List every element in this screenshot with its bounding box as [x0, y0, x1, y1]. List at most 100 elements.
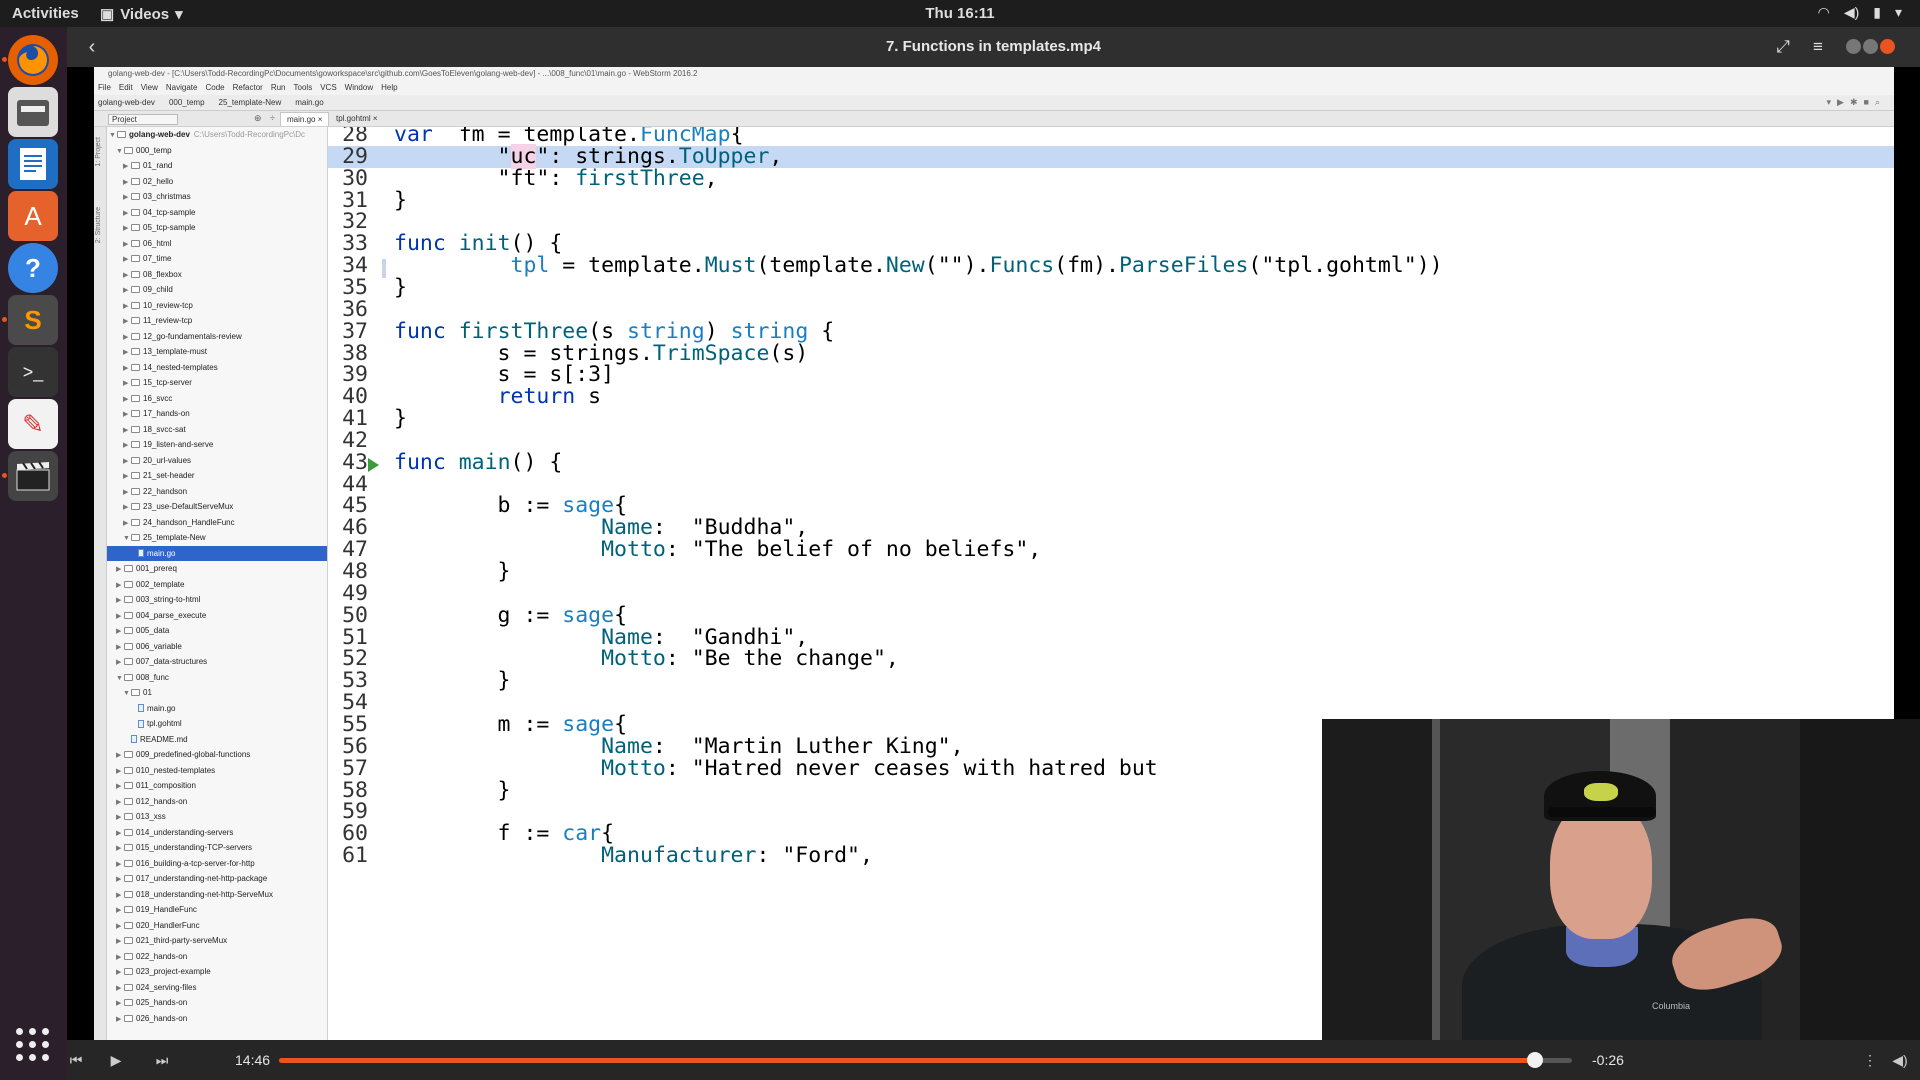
tab-label: tpl.gohtml: [336, 114, 371, 123]
folder-icon: [124, 673, 133, 681]
tree-folder: ▶ 003_string-to-html: [107, 592, 327, 608]
collapsed-arrow-icon: ▶: [116, 953, 122, 961]
line-number: 33: [342, 231, 368, 257]
activities-button[interactable]: Activities: [12, 5, 79, 22]
code-line: 46 Name: "Buddha",: [328, 517, 1894, 539]
video-frame[interactable]: golang-web-dev - [C:\Users\Todd-Recordin…: [67, 67, 1920, 1040]
back-button[interactable]: ‹: [77, 33, 107, 61]
code-token: () {: [510, 449, 563, 475]
tree-item-label: 001_prereq: [136, 564, 177, 573]
collapsed-arrow-icon: ▶: [123, 457, 129, 465]
tree-item-label: 003_string-to-html: [136, 595, 201, 604]
files-icon[interactable]: [8, 87, 58, 137]
code-token: : "Hatred never ceases with hatred but: [665, 755, 1158, 781]
tree-item-label: 020_HandlerFunc: [136, 920, 200, 930]
software-store-icon[interactable]: A: [8, 191, 58, 241]
tree-folder: ▶ 004_parse_execute: [107, 608, 327, 624]
system-tray[interactable]: ◠ ◀) ▮ ▾: [1818, 4, 1902, 21]
tree-folder: ▶ 021_third-party-serveMux: [107, 933, 327, 949]
volume-icon[interactable]: ◀): [1887, 1048, 1913, 1072]
fullscreen-icon[interactable]: ⤢: [1769, 34, 1797, 60]
code-token: }: [394, 668, 511, 694]
tree-item-label: 023_project-example: [136, 967, 211, 976]
tree-folder: ▶ 21_set-header: [107, 468, 327, 484]
breadcrumb-item: golang-web-dev: [98, 98, 155, 107]
tree-folder: ▶ 018_understanding-net-http-ServeMux: [107, 887, 327, 903]
change-marker: [382, 259, 386, 279]
breadcrumb: golang-web-dev 000_temp 25_template-New mai…: [94, 95, 1894, 111]
help-icon[interactable]: ?: [8, 243, 58, 293]
line-number: 29: [342, 143, 368, 169]
line-number: 48: [342, 559, 368, 584]
line-number: 59: [342, 799, 368, 825]
tree-item-label: 010_nested-templates: [136, 765, 216, 775]
dock: A ? S >_ ✎: [0, 27, 67, 1080]
code-token: }: [394, 406, 407, 432]
line-number: 30: [342, 165, 368, 191]
minimize-button[interactable]: [1846, 39, 1861, 54]
play-icon[interactable]: ▶: [103, 1048, 129, 1072]
tree-item-label: 011_composition: [136, 781, 196, 790]
tree-folder: ▶ 08_flexbox: [107, 267, 327, 283]
close-button[interactable]: [1880, 39, 1895, 54]
app-menu[interactable]: ▣ Videos ▾: [100, 5, 183, 24]
more-options-icon[interactable]: ⋮: [1857, 1048, 1883, 1072]
stop-icon: ■: [1863, 97, 1869, 107]
tab-label: main.go: [287, 115, 316, 124]
code-line: 35}: [328, 277, 1894, 299]
breadcrumb-item: 000_temp: [168, 98, 205, 107]
show-applications-icon[interactable]: [16, 1028, 50, 1062]
collapsed-arrow-icon: ▶: [116, 628, 122, 635]
tree-item-label: 026_hands-on: [136, 1013, 188, 1023]
clock[interactable]: Thu 16:11: [925, 5, 994, 22]
breadcrumb-item: 25_template-New: [218, 98, 282, 107]
collapsed-arrow-icon: ▶: [116, 752, 122, 759]
code-text: f := car{: [394, 823, 615, 845]
tree-item-label: 015_understanding-TCP-servers: [136, 843, 253, 852]
ide-menu-item: Run: [270, 83, 286, 92]
collapsed-arrow-icon: ▶: [123, 194, 129, 201]
tree-file: main.go: [107, 545, 327, 561]
text-editor-icon[interactable]: ✎: [8, 399, 58, 449]
skip-forward-icon[interactable]: ⏭: [149, 1048, 175, 1072]
code-text: Manufacturer: "Ford",: [394, 845, 873, 867]
expanded-arrow-icon: ▼: [116, 147, 123, 155]
line-number: 40: [342, 384, 368, 410]
tree-folder: ▶ 023_project-example: [107, 964, 327, 980]
code-token: firstThree: [575, 165, 705, 191]
tree-folder: ▶ 007_data-structures: [107, 654, 327, 670]
videos-icon[interactable]: [8, 451, 58, 501]
ide-panel-bar: Project ⊕ ÷ ⚙ ⊢ main.go × tpl.gohtml ×: [94, 111, 1894, 127]
tree-folder: ▶ 18_svcc-sat: [107, 422, 327, 438]
folder-icon: [131, 503, 140, 511]
menu-icon[interactable]: ≡: [1804, 34, 1832, 60]
ide-menu-item: Help: [381, 83, 398, 92]
folder-icon: [124, 859, 133, 867]
terminal-icon[interactable]: >_: [8, 347, 58, 397]
seek-bar[interactable]: [279, 1052, 1572, 1068]
project-tree: ▼ golang-web-dev C:\Users\Todd-RecordingPc…: [107, 127, 328, 1040]
line-number: 43: [342, 449, 368, 475]
code-line: 49: [328, 582, 1894, 605]
tree-folder: ▶ 020_HandlerFunc: [107, 918, 327, 934]
tree-item-label: 01: [143, 688, 152, 697]
code-token: TrimSpace: [652, 340, 770, 366]
tree-folder: ▶ 14_nested-templates: [107, 360, 327, 376]
seek-handle[interactable]: [1526, 1052, 1543, 1068]
collapsed-arrow-icon: ▶: [116, 1000, 122, 1007]
line-number: 31: [342, 187, 368, 213]
folder-icon: [124, 875, 133, 883]
document-icon[interactable]: [8, 139, 58, 189]
code-token: ("").: [924, 253, 990, 279]
tree-folder: ▼ 25_template-New: [107, 530, 327, 546]
skip-back-icon[interactable]: ⏮: [63, 1048, 89, 1072]
folder-icon: [124, 565, 133, 573]
maximize-button[interactable]: [1863, 39, 1878, 54]
firefox-icon[interactable]: [8, 35, 58, 85]
sublime-icon[interactable]: S: [8, 295, 58, 345]
collapsed-arrow-icon: ▶: [116, 969, 122, 976]
code-text: tpl = template.Must(template.New("").Fun…: [394, 255, 1443, 277]
code-token: s: [575, 384, 602, 410]
code-text: func firstThree(s string) string {: [394, 320, 834, 343]
